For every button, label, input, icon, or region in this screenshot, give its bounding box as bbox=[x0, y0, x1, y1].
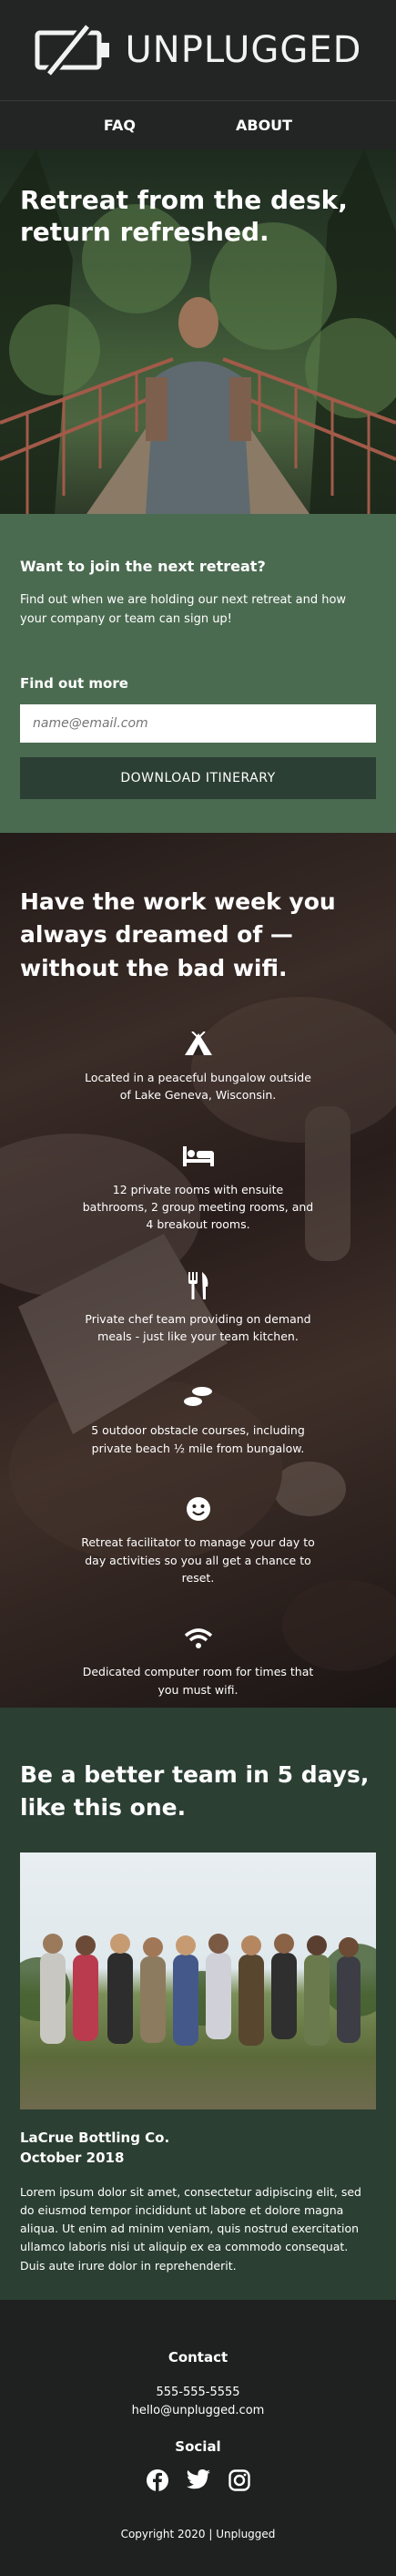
hero-title: Retreat from the desk, return refreshed. bbox=[20, 185, 348, 247]
feature-item: Private chef team providing on demand me… bbox=[80, 1271, 317, 1346]
signup-text: Find out when we are holding our next re… bbox=[20, 593, 347, 626]
signup-heading: Want to join the next retreat? bbox=[20, 558, 266, 575]
hero-section: Retreat from the desk, return refreshed. bbox=[0, 149, 396, 514]
team-caption: LaCrue Bottling Co. October 2018 bbox=[20, 2128, 376, 2169]
feature-item: Dedicated computer room for times that y… bbox=[80, 1625, 317, 1699]
feature-item: Located in a peaceful bungalow outside o… bbox=[80, 1031, 317, 1104]
team-section: Be a better team in 5 days, like this on… bbox=[0, 1708, 396, 2300]
site-header: UNPLUGGED bbox=[0, 0, 396, 100]
feature-text: Private chef team providing on demand me… bbox=[85, 1311, 311, 1343]
feature-text: Dedicated computer room for times that y… bbox=[82, 1665, 314, 1697]
twitter-icon[interactable] bbox=[186, 2469, 210, 2489]
social-links bbox=[0, 2469, 396, 2492]
signup-section: Want to join the next retreat? Find out … bbox=[0, 514, 396, 833]
team-title: Be a better team in 5 days, like this on… bbox=[20, 1761, 370, 1822]
feature-text: 5 outdoor obstacle courses, including pr… bbox=[91, 1423, 305, 1455]
feature-text: Retreat facilitator to manage your day t… bbox=[81, 1535, 315, 1585]
logo[interactable]: UNPLUGGED bbox=[35, 24, 362, 77]
site-footer: Contact 555-555-5555 hello@unplugged.com… bbox=[0, 2300, 396, 2576]
feature-text: 12 private rooms with ensuite bathrooms,… bbox=[82, 1182, 314, 1232]
feature-item: 12 private rooms with ensuite bathrooms,… bbox=[80, 1143, 317, 1234]
utensils-icon bbox=[188, 1271, 208, 1299]
features-title: Have the work week you always dreamed of… bbox=[20, 888, 336, 981]
main-nav: FAQ ABOUT bbox=[0, 100, 396, 149]
instagram-icon[interactable] bbox=[228, 2469, 250, 2491]
download-itinerary-button[interactable]: DOWNLOAD ITINERARY bbox=[20, 756, 376, 799]
bed-icon bbox=[182, 1145, 214, 1166]
features-section: Have the work week you always dreamed of… bbox=[0, 833, 396, 1708]
wifi-icon bbox=[184, 1628, 212, 1649]
signup-label: Find out more bbox=[20, 674, 128, 692]
feature-item: 5 outdoor obstacle courses, including pr… bbox=[80, 1383, 317, 1457]
features-list: Located in a peaceful bungalow outside o… bbox=[0, 1031, 396, 1699]
contact-heading: Contact bbox=[168, 2349, 228, 2366]
team-date: October 2018 bbox=[20, 2150, 125, 2166]
shoe-prints-icon bbox=[183, 1387, 212, 1407]
nav-about[interactable]: ABOUT bbox=[236, 117, 292, 134]
contact-email[interactable]: hello@unplugged.com bbox=[0, 2402, 396, 2420]
battery-slash-icon bbox=[35, 24, 109, 77]
nav-faq[interactable]: FAQ bbox=[104, 117, 136, 134]
team-body: Lorem ipsum dolor sit amet, consectetur … bbox=[20, 2184, 361, 2273]
feature-item: Retreat facilitator to manage your day t… bbox=[80, 1495, 317, 1586]
contact-phone[interactable]: 555-555-5555 bbox=[0, 2384, 396, 2402]
facebook-icon[interactable] bbox=[146, 2469, 168, 2492]
social-heading: Social bbox=[175, 2438, 221, 2456]
smile-icon bbox=[186, 1497, 210, 1522]
team-company: LaCrue Bottling Co. bbox=[20, 2129, 170, 2146]
copyright: Copyright 2020 | Unplugged bbox=[120, 2528, 276, 2541]
email-field[interactable] bbox=[20, 703, 376, 743]
feature-text: Located in a peaceful bungalow outside o… bbox=[85, 1070, 311, 1103]
campground-icon bbox=[184, 1031, 212, 1055]
team-photo bbox=[20, 1852, 376, 2109]
brand-name: UNPLUGGED bbox=[125, 29, 362, 71]
